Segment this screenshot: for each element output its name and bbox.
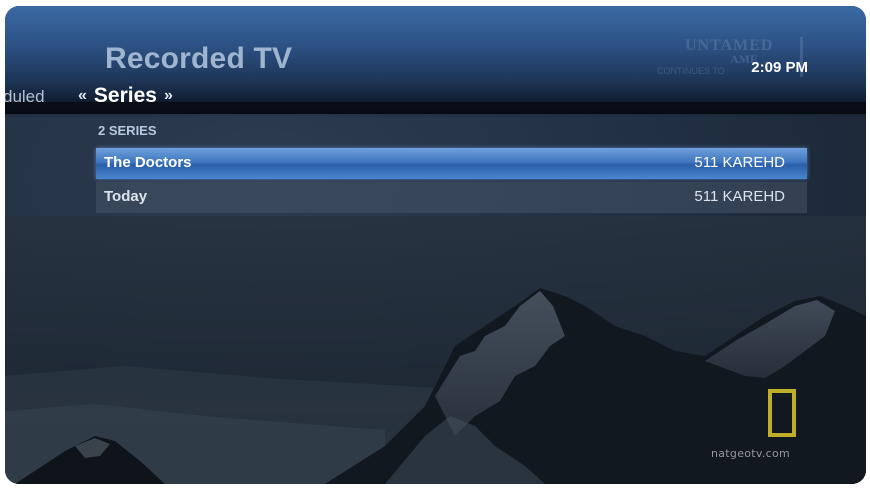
series-channel: 511 KAREHD <box>694 188 785 205</box>
network-watermark: natgeotv.com <box>711 447 791 460</box>
series-channel: 511 KAREHD <box>694 154 785 171</box>
pivot-left-arrow-icon[interactable]: « <box>78 87 87 105</box>
pivot-current[interactable]: Series <box>94 84 157 108</box>
list-item[interactable]: The Doctors 511 KAREHD <box>96 148 807 179</box>
series-name: The Doctors <box>104 154 192 171</box>
pivot-previous[interactable]: duled <box>5 87 45 107</box>
page-title: Recorded TV <box>105 42 293 75</box>
series-name: Today <box>104 188 148 205</box>
pivot-right-arrow-icon[interactable]: » <box>164 87 173 105</box>
series-list: The Doctors 511 KAREHD Today 511 KAREHD <box>96 148 807 216</box>
clock: 2:09 PM <box>751 59 808 76</box>
pivot-navigator: « Series » <box>78 84 173 108</box>
nat-geo-logo <box>768 389 796 437</box>
list-item[interactable]: Today 511 KAREHD <box>96 182 807 213</box>
media-center-screen: UNTAMED AME CONTINUES TO Recorded TV 2:0… <box>5 6 866 484</box>
series-count: 2 SERIES <box>98 123 157 138</box>
